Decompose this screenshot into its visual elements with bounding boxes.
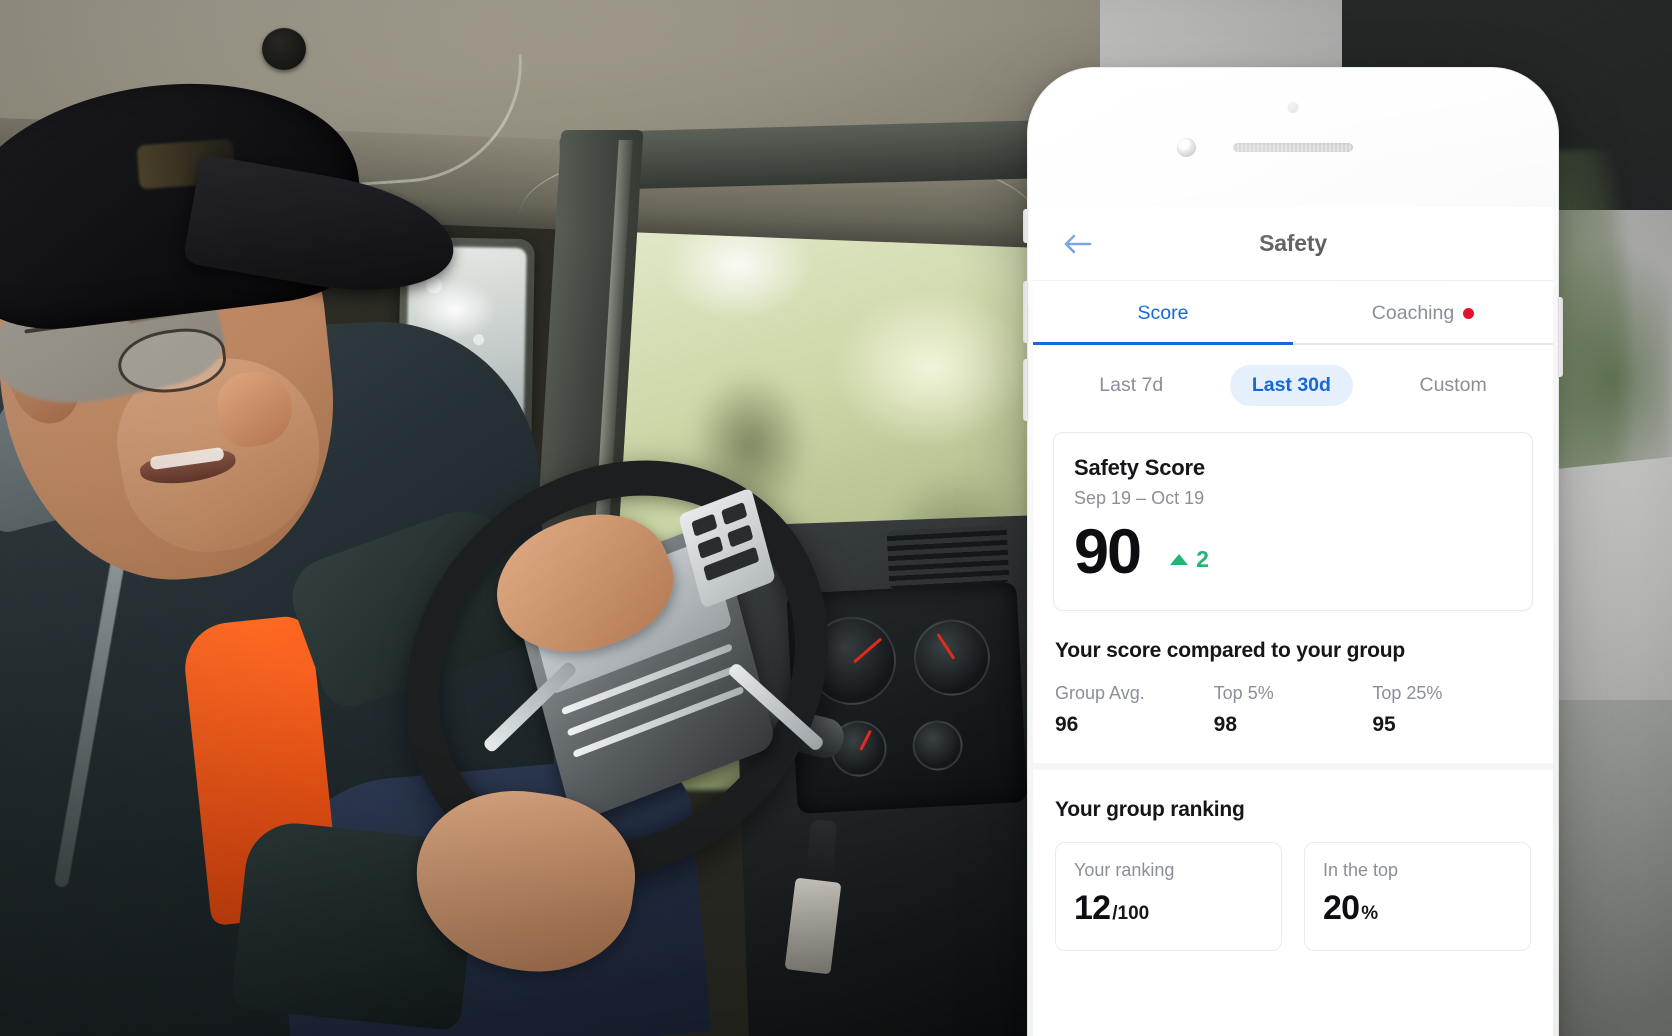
rank-number: 12 (1074, 889, 1111, 927)
safety-score-card[interactable]: Safety Score Sep 19 – Oct 19 90 2 (1053, 432, 1533, 611)
app-header: Safety (1033, 207, 1553, 281)
phone-mockup: Safety Score Coaching Last 7d Last 30d C… (1023, 67, 1563, 1036)
stat-label: Top 5% (1213, 683, 1274, 703)
power-button[interactable] (1557, 297, 1563, 377)
page-title: Safety (1259, 230, 1327, 256)
safety-score-row: 90 2 (1074, 521, 1512, 584)
tab-coaching[interactable]: Coaching (1293, 281, 1553, 345)
rank-value: 20 % (1323, 889, 1512, 928)
filter-custom[interactable]: Custom (1398, 365, 1509, 406)
ranking-cards: Your ranking 12 /100 In the top 20 % (1055, 842, 1531, 951)
volume-down-button[interactable] (1023, 359, 1029, 421)
stat-value: 98 (1213, 713, 1238, 736)
safety-score-value: 90 (1074, 517, 1142, 587)
arrow-left-icon (1064, 234, 1092, 253)
filter-last-30d[interactable]: Last 30d (1229, 365, 1353, 406)
rank-number: 20 (1323, 889, 1360, 927)
filter-last-7d[interactable]: Last 7d (1077, 365, 1185, 406)
tab-score[interactable]: Score (1033, 281, 1293, 345)
safety-score-delta: 2 (1170, 532, 1209, 573)
tab-active-underline (1033, 341, 1293, 345)
ranking-title: Your group ranking (1055, 798, 1245, 821)
rank-label: Your ranking (1074, 860, 1175, 880)
notification-dot-icon (1463, 307, 1475, 319)
mute-switch[interactable] (1023, 209, 1029, 243)
tab-bar: Score Coaching (1033, 281, 1553, 345)
stat-label: Group Avg. (1055, 683, 1145, 703)
stat-top-25: Top 25% 95 (1372, 683, 1531, 737)
safety-score-title: Safety Score (1074, 455, 1205, 480)
trend-up-icon (1170, 554, 1189, 565)
stat-label: Top 25% (1372, 683, 1443, 703)
back-button[interactable] (1060, 227, 1094, 261)
ranking-card-in-the-top[interactable]: In the top 20 % (1304, 842, 1531, 951)
tab-score-label: Score (1137, 301, 1189, 324)
comparison-title: Your score compared to your group (1055, 639, 1406, 662)
rank-value: 12 /100 (1074, 889, 1263, 928)
proximity-sensor-icon (1287, 102, 1299, 113)
stat-top-5: Top 5% 98 (1214, 683, 1373, 737)
front-camera-icon (1177, 138, 1196, 157)
date-filter-row: Last 7d Last 30d Custom (1033, 345, 1553, 420)
delta-value: 2 (1196, 546, 1209, 572)
volume-up-button[interactable] (1023, 281, 1029, 343)
stat-value: 95 (1372, 713, 1396, 736)
section-divider (1033, 763, 1553, 770)
comparison-section: Your score compared to your group Group … (1033, 611, 1553, 737)
safety-score-date-range: Sep 19 – Oct 19 (1074, 488, 1205, 508)
ranking-section: Your group ranking Your ranking 12 /100 … (1033, 770, 1553, 951)
stat-value: 96 (1055, 713, 1079, 736)
rank-suffix: % (1361, 903, 1379, 924)
stat-group-avg: Group Avg. 96 (1055, 683, 1214, 737)
comparison-stats: Group Avg. 96 Top 5% 98 Top 25% 95 (1055, 683, 1531, 737)
ranking-card-your-ranking[interactable]: Your ranking 12 /100 (1055, 842, 1282, 951)
rank-suffix: /100 (1112, 903, 1150, 924)
tab-coaching-label: Coaching (1371, 301, 1455, 324)
rank-label: In the top (1323, 860, 1399, 880)
earpiece-speaker-icon (1233, 143, 1353, 152)
phone-screen: Safety Score Coaching Last 7d Last 30d C… (1033, 207, 1553, 1036)
